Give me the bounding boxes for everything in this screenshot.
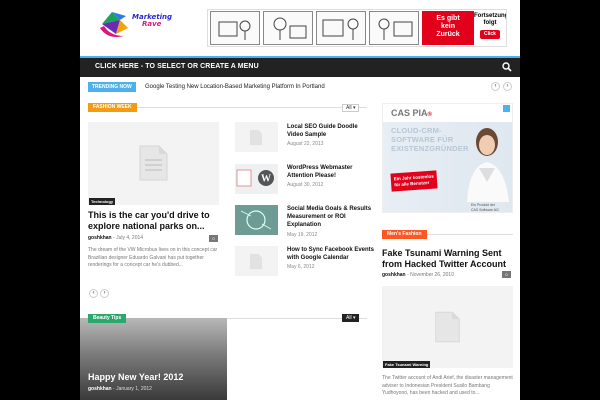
featured-meta: goshkhan - July 4, 2014 <box>88 235 143 241</box>
ad-choices-icon[interactable] <box>503 105 510 112</box>
list-item-date: May 19, 2012 <box>287 232 318 238</box>
ad-right-callout: Fortsetzung folgt Click <box>474 11 506 45</box>
featured-date: July 4, 2014 <box>116 235 144 241</box>
site-logo[interactable]: Marketing Rave <box>98 8 182 44</box>
fashion-filter-dropdown[interactable]: All ▾ <box>342 104 360 112</box>
list-item-title[interactable]: Social Media Goals & Results Measurement… <box>287 205 377 229</box>
header-banner-ad[interactable]: Es gibt kein Zurück Fortsetzung folgt Cl… <box>207 9 507 47</box>
ad-comic-panel <box>210 11 260 45</box>
ad-comic-panel <box>263 11 313 45</box>
list-item-title[interactable]: WordPress Webmaster Attention Please! <box>287 164 372 180</box>
ad-footer-line: CAS Software AG <box>471 207 499 212</box>
beauty-tips-badge[interactable]: Beauty Tips <box>88 314 127 323</box>
list-item-date: May 6, 2012 <box>287 264 315 270</box>
search-icon[interactable] <box>502 62 512 72</box>
menu-select-link[interactable]: CLICK HERE - TO SELECT OR CREATE A MENU <box>95 63 259 70</box>
ad-sticker-line: für alle Benutzer <box>394 179 430 188</box>
fashion-week-badge[interactable]: FASHION WEEK <box>88 103 137 112</box>
trending-badge: TRENDING NOW <box>88 82 136 92</box>
document-placeholder-icon <box>249 253 263 270</box>
mens-meta: goshkhan - November 26, 2010 <box>382 272 454 278</box>
trending-headline[interactable]: Google Testing New Location-Based Market… <box>145 82 325 92</box>
list-item-thumbnail[interactable]: W <box>235 164 278 194</box>
featured-category-tag[interactable]: Technology <box>89 198 116 205</box>
ad-brand-text: CAS PIA <box>391 108 428 118</box>
document-placeholder-icon <box>435 311 460 343</box>
list-item-date: August 30, 2012 <box>287 182 324 188</box>
featured-author[interactable]: goshkhan <box>88 235 112 241</box>
pager-next-button[interactable]: › <box>100 289 109 298</box>
trending-ticker: TRENDING NOW Google Testing New Location… <box>88 82 512 92</box>
list-item-thumbnail[interactable] <box>235 122 278 152</box>
list-item-thumbnail[interactable] <box>235 246 278 276</box>
ad-footer-line: Ein Produkt der <box>471 203 496 207</box>
featured-comment-count[interactable]: 0 <box>209 235 218 242</box>
mens-category-tag[interactable]: Fake Tsunami Warning <box>383 361 431 368</box>
pager-prev-button[interactable]: ‹ <box>89 289 98 298</box>
wordpress-thumbnail-icon: W <box>236 169 274 187</box>
mens-article-title[interactable]: Fake Tsunami Warning Sent from Hacked Tw… <box>382 248 516 270</box>
ad-brand: CAS PIA® <box>391 108 432 118</box>
ad-comic-panel <box>369 11 419 45</box>
mens-excerpt: The Twitter account of Andi Arief, the d… <box>382 375 513 396</box>
trending-prev-button[interactable]: ‹ <box>491 82 500 91</box>
document-placeholder-icon <box>249 129 263 146</box>
ad-headline: CLOUD-CRM- SOFTWARE FÜR EXISTENZGRÜNDER <box>391 126 469 153</box>
mens-fashion-badge[interactable]: Men's Fashion <box>382 230 427 239</box>
site-header: Marketing Rave Es gibt kein Zurück Forts… <box>80 0 520 56</box>
ad-footer: Ein Produkt der CAS Software AG <box>471 203 499 212</box>
beauty-date: January 1, 2012 <box>116 386 152 392</box>
mens-article-image[interactable] <box>382 286 513 368</box>
logo-mark-icon <box>100 12 128 37</box>
page-container: Marketing Rave Es gibt kein Zurück Forts… <box>80 0 520 400</box>
document-placeholder-icon <box>139 145 168 181</box>
featured-title[interactable]: This is the car you'd drive to explore n… <box>88 210 223 232</box>
ad-red-line: Es gibt <box>436 15 460 22</box>
beauty-author[interactable]: goshkhan <box>88 386 112 392</box>
chevron-down-icon: ▾ <box>352 105 356 111</box>
list-item-date: August 22, 2013 <box>287 141 324 147</box>
fashion-filter-value: All <box>346 105 352 111</box>
main-menu-bar: CLICK HERE - TO SELECT OR CREATE A MENU <box>80 56 520 77</box>
beauty-meta: goshkhan - January 1, 2012 <box>88 386 152 392</box>
featured-image[interactable] <box>88 122 219 205</box>
logo-line-2: Rave <box>142 20 162 28</box>
mens-date: November 26, 2010 <box>410 272 454 278</box>
list-item-title[interactable]: How to Sync Facebook Events with Google … <box>287 246 377 262</box>
chevron-down-icon: ▾ <box>352 315 356 321</box>
ad-red-line: Zurück <box>436 31 460 38</box>
ad-woman-photo <box>467 128 509 202</box>
ad-headline-line: SOFTWARE FÜR <box>391 135 454 144</box>
svg-text:W: W <box>261 174 271 185</box>
trending-next-button[interactable]: › <box>503 82 512 91</box>
mens-comment-count[interactable]: 0 <box>502 271 511 278</box>
mens-author[interactable]: goshkhan <box>382 272 406 278</box>
ad-headline-line: CLOUD-CRM- <box>391 126 442 135</box>
logo-text: Marketing Rave <box>132 14 172 28</box>
ad-sticker: Ein Jahr kostenlos für alle Benutzer <box>390 170 438 192</box>
list-item-title[interactable]: Local SEO Guide Doodle Video Sample <box>287 123 372 139</box>
ad-headline-line: EXISTENZGRÜNDER <box>391 144 469 153</box>
beauty-article-title[interactable]: Happy New Year! 2012 <box>88 372 183 383</box>
ad-right-line: Fortsetzung <box>474 13 507 19</box>
sidebar-cas-pia-ad[interactable]: CAS PIA® CLOUD-CRM- SOFTWARE FÜR EXISTEN… <box>382 103 513 213</box>
social-media-thumbnail-icon <box>240 210 272 230</box>
ad-right-line: folgt <box>483 20 497 26</box>
beauty-filter-value: All <box>346 315 352 321</box>
ad-red-line: kein <box>440 23 455 30</box>
featured-excerpt: The dream of the VW Microbus lives on in… <box>88 247 218 268</box>
ad-comic-panel <box>316 11 366 45</box>
ad-red-callout: Es gibt kein Zurück <box>422 11 474 45</box>
beauty-filter-dropdown[interactable]: All ▾ <box>342 314 360 322</box>
ad-click-button[interactable]: Click <box>480 30 500 39</box>
list-item-thumbnail[interactable] <box>235 205 278 235</box>
